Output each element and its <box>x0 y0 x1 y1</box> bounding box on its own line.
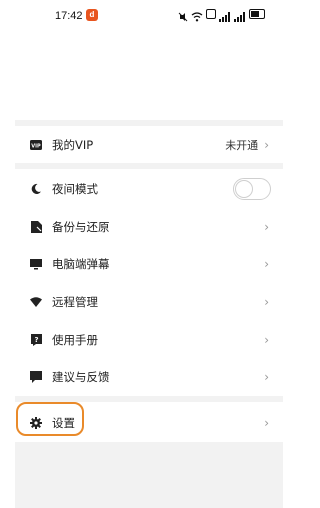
chevron-right-icon: › <box>264 295 269 309</box>
battery-icon <box>249 9 265 19</box>
wifi-status-icon <box>191 9 203 22</box>
status-icons <box>178 9 265 22</box>
bottom-filler <box>15 442 283 508</box>
help-icon: ? <box>30 334 42 346</box>
app-notification-icon: d <box>86 9 98 21</box>
monitor-icon <box>30 258 42 270</box>
pc-danmaku-label: 电脑端弹幕 <box>52 257 110 271</box>
chevron-right-icon: › <box>264 257 269 271</box>
chevron-right-icon: › <box>264 370 269 384</box>
chevron-right-icon: › <box>264 416 269 430</box>
menu-item-feedback[interactable]: 建议与反馈 › <box>15 358 283 396</box>
status-bar: 17:42 d <box>0 0 285 34</box>
backup-icon <box>30 221 42 233</box>
night-mode-label: 夜间模式 <box>52 182 98 196</box>
menu-item-vip[interactable]: VIP 我的VIP 未开通 › <box>15 126 283 164</box>
svg-text:VIP: VIP <box>31 143 41 149</box>
menu-item-manual[interactable]: ? 使用手册 › <box>15 321 283 359</box>
chevron-right-icon: › <box>264 333 269 347</box>
signal-icon-2 <box>234 9 246 22</box>
toggle-knob <box>235 180 253 198</box>
menu-item-pc-danmaku[interactable]: 电脑端弹幕 › <box>15 245 283 283</box>
menu-item-remote[interactable]: 远程管理 › <box>15 283 283 321</box>
menu-item-night-mode: 夜间模式 <box>15 170 283 208</box>
feedback-label: 建议与反馈 <box>52 370 110 384</box>
menu-item-backup[interactable]: 备份与还原 › <box>15 208 283 246</box>
moon-icon <box>30 183 42 195</box>
settings-highlight-outline <box>16 402 84 436</box>
wifi-icon <box>30 296 42 308</box>
vip-label: 我的VIP <box>52 138 94 152</box>
night-mode-toggle[interactable] <box>233 178 271 200</box>
chevron-right-icon: › <box>264 138 269 152</box>
hd-icon <box>206 9 216 19</box>
status-time: 17:42 <box>55 10 83 22</box>
vip-icon: VIP <box>30 139 42 151</box>
chat-icon <box>30 371 42 383</box>
chevron-right-icon: › <box>264 220 269 234</box>
svg-text:?: ? <box>34 336 38 344</box>
mute-icon <box>178 9 188 22</box>
backup-label: 备份与还原 <box>52 220 110 234</box>
vip-status: 未开通 <box>225 139 259 152</box>
signal-icon-1 <box>219 9 231 22</box>
manual-label: 使用手册 <box>52 333 98 347</box>
remote-label: 远程管理 <box>52 295 98 309</box>
